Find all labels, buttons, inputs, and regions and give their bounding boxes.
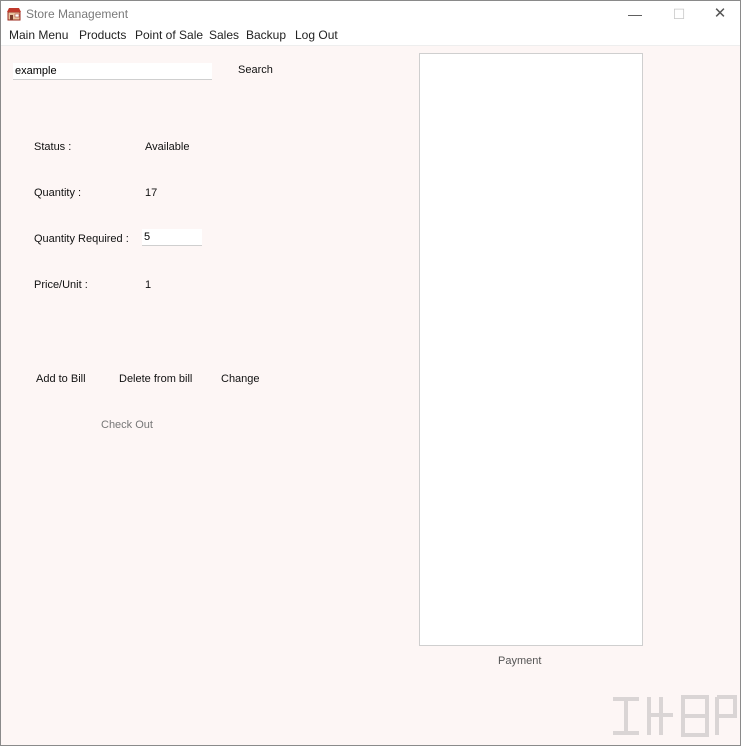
title-bar: Store Management — ☐ ✕ bbox=[1, 1, 740, 27]
menu-backup[interactable]: Backup bbox=[246, 28, 286, 42]
window-title: Store Management bbox=[26, 7, 129, 21]
add-to-bill-button[interactable]: Add to Bill bbox=[36, 373, 86, 385]
menu-products[interactable]: Products bbox=[79, 28, 126, 42]
search-button[interactable]: Search bbox=[238, 64, 273, 76]
menu-bar: Main Menu Products Point of Sale Sales B… bbox=[1, 27, 740, 46]
menu-log-out[interactable]: Log Out bbox=[295, 28, 338, 42]
maximize-button[interactable]: ☐ bbox=[657, 1, 701, 27]
watermark-logo bbox=[613, 695, 737, 737]
quantity-label: Quantity : bbox=[34, 187, 82, 199]
check-out-button[interactable]: Check Out bbox=[101, 419, 153, 431]
quantity-required-label: Quantity Required : bbox=[34, 233, 129, 245]
bill-list[interactable] bbox=[419, 53, 643, 646]
search-input[interactable] bbox=[13, 63, 212, 80]
store-icon bbox=[7, 8, 21, 21]
menu-main-menu[interactable]: Main Menu bbox=[9, 28, 68, 42]
menu-sales[interactable]: Sales bbox=[209, 28, 239, 42]
close-button[interactable]: ✕ bbox=[698, 1, 742, 27]
status-label: Status : bbox=[34, 141, 72, 153]
delete-from-bill-button[interactable]: Delete from bill bbox=[119, 373, 192, 385]
app-window: Store Management — ☐ ✕ Main Menu Product… bbox=[0, 0, 741, 746]
quantity-required-input[interactable] bbox=[142, 229, 202, 246]
payment-button[interactable]: Payment bbox=[498, 655, 541, 667]
quantity-value: 17 bbox=[145, 187, 158, 199]
minimize-button[interactable]: — bbox=[613, 1, 657, 27]
price-label: Price/Unit : bbox=[34, 279, 88, 291]
status-value: Available bbox=[145, 141, 190, 153]
price-value: 1 bbox=[145, 279, 152, 291]
change-button[interactable]: Change bbox=[221, 373, 260, 385]
menu-point-of-sale[interactable]: Point of Sale bbox=[135, 28, 203, 42]
